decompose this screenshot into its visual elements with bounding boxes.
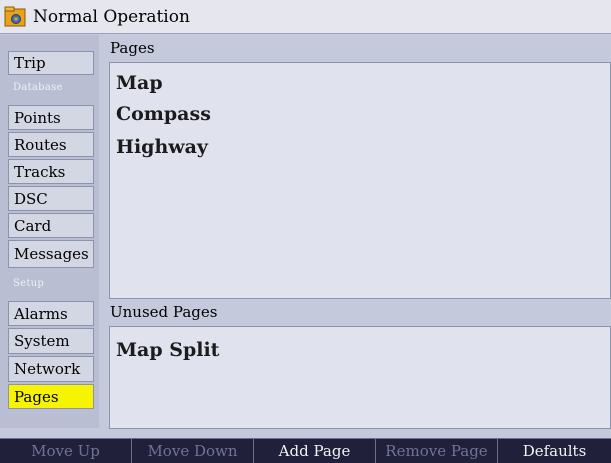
sidebar-item-trip[interactable]: Trip bbox=[8, 51, 94, 75]
sidebar-section-setup: Setup bbox=[13, 278, 45, 289]
sidebar-item-dsc[interactable]: DSC bbox=[8, 186, 94, 211]
page-item-compass[interactable]: Compass bbox=[116, 103, 211, 125]
sidebar-item-alarms[interactable]: Alarms bbox=[8, 301, 94, 326]
unused-pages-panel-header: Unused Pages bbox=[110, 302, 218, 321]
defaults-button[interactable]: Defaults bbox=[498, 439, 611, 463]
add-page-button[interactable]: Add Page bbox=[254, 439, 376, 463]
sidebar-item-messages[interactable]: Messages bbox=[8, 240, 94, 268]
sidebar-item-pages[interactable]: Pages bbox=[8, 384, 94, 409]
gear-folder-icon bbox=[4, 6, 26, 27]
sidebar-item-system[interactable]: System bbox=[8, 328, 94, 354]
pages-list: Map Compass Highway bbox=[109, 62, 611, 299]
page-item-map[interactable]: Map bbox=[116, 72, 163, 94]
title-bar: Normal Operation bbox=[0, 0, 611, 34]
sidebar-section-database: Database bbox=[13, 82, 63, 93]
sidebar-item-routes[interactable]: Routes bbox=[8, 132, 94, 157]
sidebar-item-tracks[interactable]: Tracks bbox=[8, 159, 94, 184]
sidebar-item-card[interactable]: Card bbox=[8, 213, 94, 238]
window-title: Normal Operation bbox=[33, 7, 190, 27]
move-up-button[interactable]: Move Up bbox=[0, 439, 132, 463]
move-down-button[interactable]: Move Down bbox=[132, 439, 254, 463]
sidebar: Trip Database Points Routes Tracks DSC C… bbox=[0, 35, 99, 428]
softkey-bar: Move Up Move Down Add Page Remove Page D… bbox=[0, 438, 611, 463]
sidebar-item-points[interactable]: Points bbox=[8, 105, 94, 130]
sidebar-item-network[interactable]: Network bbox=[8, 356, 94, 382]
unused-pages-list: Map Split bbox=[109, 326, 611, 429]
pages-panel-header: Pages bbox=[110, 38, 155, 57]
remove-page-button[interactable]: Remove Page bbox=[376, 439, 498, 463]
page-item-highway[interactable]: Highway bbox=[116, 136, 208, 158]
unused-page-item-map-split[interactable]: Map Split bbox=[116, 339, 219, 361]
